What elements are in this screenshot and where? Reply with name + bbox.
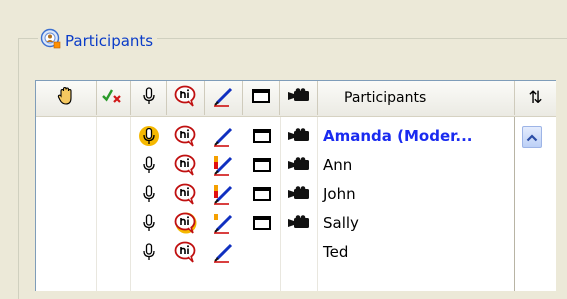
chat-bubble-icon[interactable]	[167, 150, 205, 179]
camera-icon[interactable]	[280, 150, 318, 179]
camera-icon[interactable]	[280, 121, 318, 150]
chat-bubble-icon[interactable]	[167, 237, 205, 266]
header-sort[interactable]: ⇅	[515, 81, 556, 115]
hand-icon	[56, 86, 76, 110]
participant-name: Ted	[323, 242, 349, 261]
microphone-icon[interactable]	[131, 179, 167, 208]
screen-icon[interactable]	[243, 208, 280, 237]
camera-icon	[287, 88, 311, 108]
pen-icon[interactable]	[205, 208, 243, 237]
screen-icon[interactable]	[243, 150, 280, 179]
chat-bubble-icon[interactable]	[167, 121, 205, 150]
header-raise-hand[interactable]	[36, 81, 97, 115]
screen-icon[interactable]	[243, 121, 280, 150]
microphone-icon[interactable]	[131, 237, 167, 266]
participant-name: John	[323, 184, 356, 203]
participant-name: Ann	[323, 155, 353, 174]
participant-row[interactable]: Ted	[36, 237, 556, 266]
participant-name: Amanda (Moder...	[323, 126, 473, 145]
header-participants[interactable]: Participants	[318, 81, 515, 115]
pen-icon[interactable]	[205, 179, 243, 208]
microphone-icon[interactable]	[131, 121, 167, 150]
chat-bubble-icon[interactable]	[167, 179, 205, 208]
chevron-up-icon	[526, 128, 538, 147]
check-x-icon	[101, 87, 126, 109]
sort-arrows-icon: ⇅	[528, 88, 543, 108]
list-header: Participants ⇅	[36, 81, 556, 117]
header-screen[interactable]	[243, 81, 280, 115]
pen-icon	[213, 85, 235, 111]
participant-row[interactable]: Amanda (Moder...	[36, 121, 556, 150]
participants-icon	[40, 28, 62, 54]
screen-icon[interactable]	[243, 179, 280, 208]
screen-icon	[251, 88, 271, 108]
camera-icon[interactable]	[280, 208, 318, 237]
groupbox-legend: Participants	[38, 28, 158, 54]
header-annotate[interactable]	[205, 81, 243, 115]
participant-row[interactable]: Ann	[36, 150, 556, 179]
chat-bubble-icon	[174, 85, 198, 111]
camera-icon[interactable]	[280, 179, 318, 208]
pen-icon[interactable]	[205, 121, 243, 150]
header-video[interactable]	[280, 81, 318, 115]
pen-icon[interactable]	[205, 150, 243, 179]
participant-row[interactable]: John	[36, 179, 556, 208]
header-participants-label: Participants	[344, 90, 427, 106]
participant-name: Sally	[323, 213, 359, 232]
header-microphone[interactable]	[131, 81, 167, 115]
pen-icon[interactable]	[205, 237, 243, 266]
header-chat[interactable]	[167, 81, 205, 115]
microphone-icon[interactable]	[131, 150, 167, 179]
microphone-icon[interactable]	[131, 208, 167, 237]
header-approve-deny[interactable]	[97, 81, 131, 115]
microphone-icon	[141, 86, 157, 110]
scroll-up-button[interactable]	[522, 126, 542, 148]
chat-bubble-icon[interactable]	[167, 208, 205, 237]
participant-row[interactable]: Sally	[36, 208, 556, 237]
groupbox-title: Participants	[65, 32, 154, 50]
participants-list[interactable]: Participants ⇅ Amanda (Moder... Ann John Sa…	[35, 80, 556, 291]
